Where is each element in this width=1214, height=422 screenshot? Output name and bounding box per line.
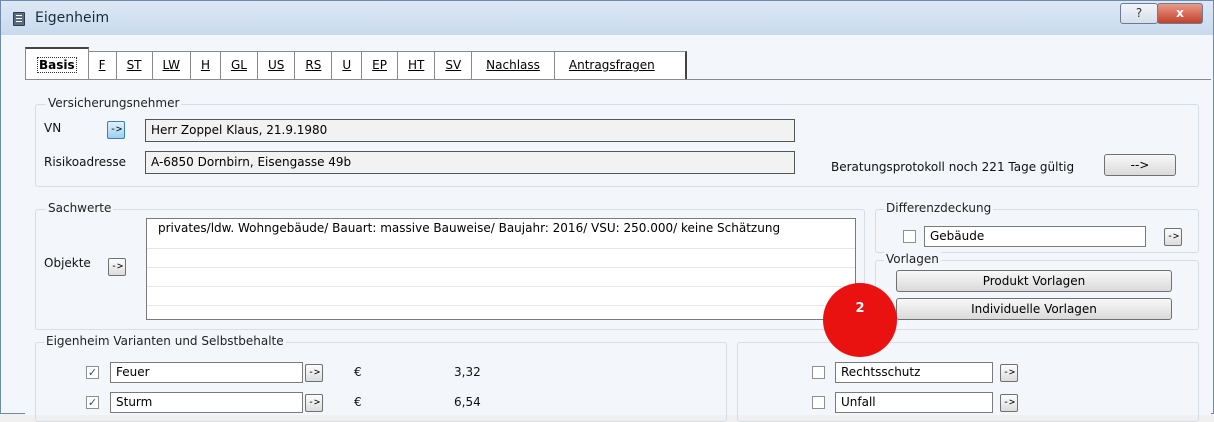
beratungsprotokoll-button[interactable]: --> (1104, 154, 1176, 176)
varianten-group: Eigenheim Varianten und Selbstbehalte ✓ … (35, 334, 727, 422)
vn-field[interactable]: Herr Zoppel Klaus, 21.9.1980 (145, 119, 795, 142)
risikoadresse-label: Risikoadresse (44, 155, 127, 169)
tab-us[interactable]: US (257, 51, 296, 79)
beratungsprotokoll-text: Beratungsprotokoll noch 221 Tage gültig (831, 160, 1075, 174)
varianten-extra-group: Rechtsschutz -> Unfall -> (737, 342, 1199, 422)
vn-lookup-button[interactable]: -> (107, 121, 125, 139)
vn-label: VN (44, 121, 62, 135)
list-item[interactable] (147, 306, 855, 325)
sturm-button[interactable]: -> (305, 394, 323, 412)
annotation-badge: 2 (823, 283, 897, 357)
vorlagen-group: Vorlagen Produkt Vorlagen Individuelle V… (875, 252, 1199, 330)
close-button[interactable]: x (1157, 3, 1203, 24)
title-bar: Eigenheim ? x (1, 1, 1213, 35)
produkt-vorlagen-button[interactable]: Produkt Vorlagen (896, 270, 1172, 292)
sturm-currency: € (354, 395, 362, 409)
sachwerte-legend: Sachwerte (46, 201, 114, 215)
risikoadresse-field[interactable]: A-6850 Dornbirn, Eisengasse 49b (145, 151, 795, 174)
eigenheim-window: Eigenheim ? x Basis F ST LW H GL US RS U… (0, 0, 1214, 422)
differenzdeckung-legend: Differenzdeckung (884, 201, 994, 215)
tab-bar: Basis F ST LW H GL US RS U EP HT SV Nach… (25, 47, 770, 80)
rechtsschutz-field[interactable]: Rechtsschutz (835, 362, 993, 383)
sturm-field[interactable]: Sturm (110, 392, 303, 413)
feuer-checkbox[interactable]: ✓ (86, 366, 99, 379)
individuelle-vorlagen-button[interactable]: Individuelle Vorlagen (896, 298, 1172, 320)
help-button[interactable]: ? (1120, 3, 1158, 24)
list-item[interactable] (147, 268, 855, 287)
basis-panel: Versicherungsnehmer VN -> Herr Zoppel Kl… (25, 79, 1211, 422)
versicherungsnehmer-group: Versicherungsnehmer VN -> Herr Zoppel Kl… (35, 96, 1199, 187)
tab-f[interactable]: F (88, 51, 117, 79)
list-item[interactable]: privates/ldw. Wohngebäude/ Bauart: massi… (147, 219, 855, 249)
window-title: Eigenheim (35, 10, 110, 26)
tab-u[interactable]: U (332, 51, 363, 79)
differenzdeckung-checkbox[interactable] (903, 230, 916, 243)
objekte-list[interactable]: privates/ldw. Wohngebäude/ Bauart: massi… (146, 218, 856, 320)
feuer-currency: € (354, 365, 362, 379)
feuer-amount: 3,32 (454, 365, 481, 379)
tab-sv[interactable]: SV (435, 51, 473, 79)
feuer-field[interactable]: Feuer (110, 362, 303, 383)
differenzdeckung-group: Differenzdeckung Gebäude -> (875, 201, 1199, 253)
sturm-amount: 6,54 (454, 395, 481, 409)
rechtsschutz-button[interactable]: -> (1000, 364, 1018, 382)
tab-ep[interactable]: EP (362, 51, 398, 79)
tab-rs[interactable]: RS (295, 51, 333, 79)
list-item[interactable] (147, 249, 855, 268)
sturm-checkbox[interactable]: ✓ (86, 396, 99, 409)
tab-st[interactable]: ST (116, 51, 153, 79)
feuer-button[interactable]: -> (305, 364, 323, 382)
tab-nachlass[interactable]: Nachlass (472, 51, 555, 79)
unfall-checkbox[interactable] (812, 396, 825, 409)
varianten-legend: Eigenheim Varianten und Selbstbehalte (44, 334, 286, 348)
document-icon (13, 12, 25, 26)
unfall-field[interactable]: Unfall (835, 392, 993, 413)
list-item[interactable] (147, 287, 855, 306)
tab-gl[interactable]: GL (221, 51, 258, 79)
objekte-button[interactable]: -> (108, 258, 126, 276)
unfall-button[interactable]: -> (1000, 394, 1018, 412)
tab-lw[interactable]: LW (152, 51, 191, 79)
versicherungsnehmer-legend: Versicherungsnehmer (46, 96, 182, 110)
tab-antragsfragen[interactable]: Antragsfragen (554, 51, 687, 79)
objekte-label: Objekte (44, 256, 91, 270)
tab-ht[interactable]: HT (397, 51, 436, 79)
differenzdeckung-button[interactable]: -> (1164, 228, 1182, 246)
sachwerte-group: Sachwerte Objekte -> privates/ldw. Wohng… (35, 201, 865, 330)
tab-basis[interactable]: Basis (25, 47, 89, 80)
rechtsschutz-checkbox[interactable] (812, 366, 825, 379)
vorlagen-legend: Vorlagen (884, 252, 941, 266)
differenzdeckung-field[interactable]: Gebäude (924, 226, 1146, 247)
tab-h[interactable]: H (190, 51, 221, 79)
